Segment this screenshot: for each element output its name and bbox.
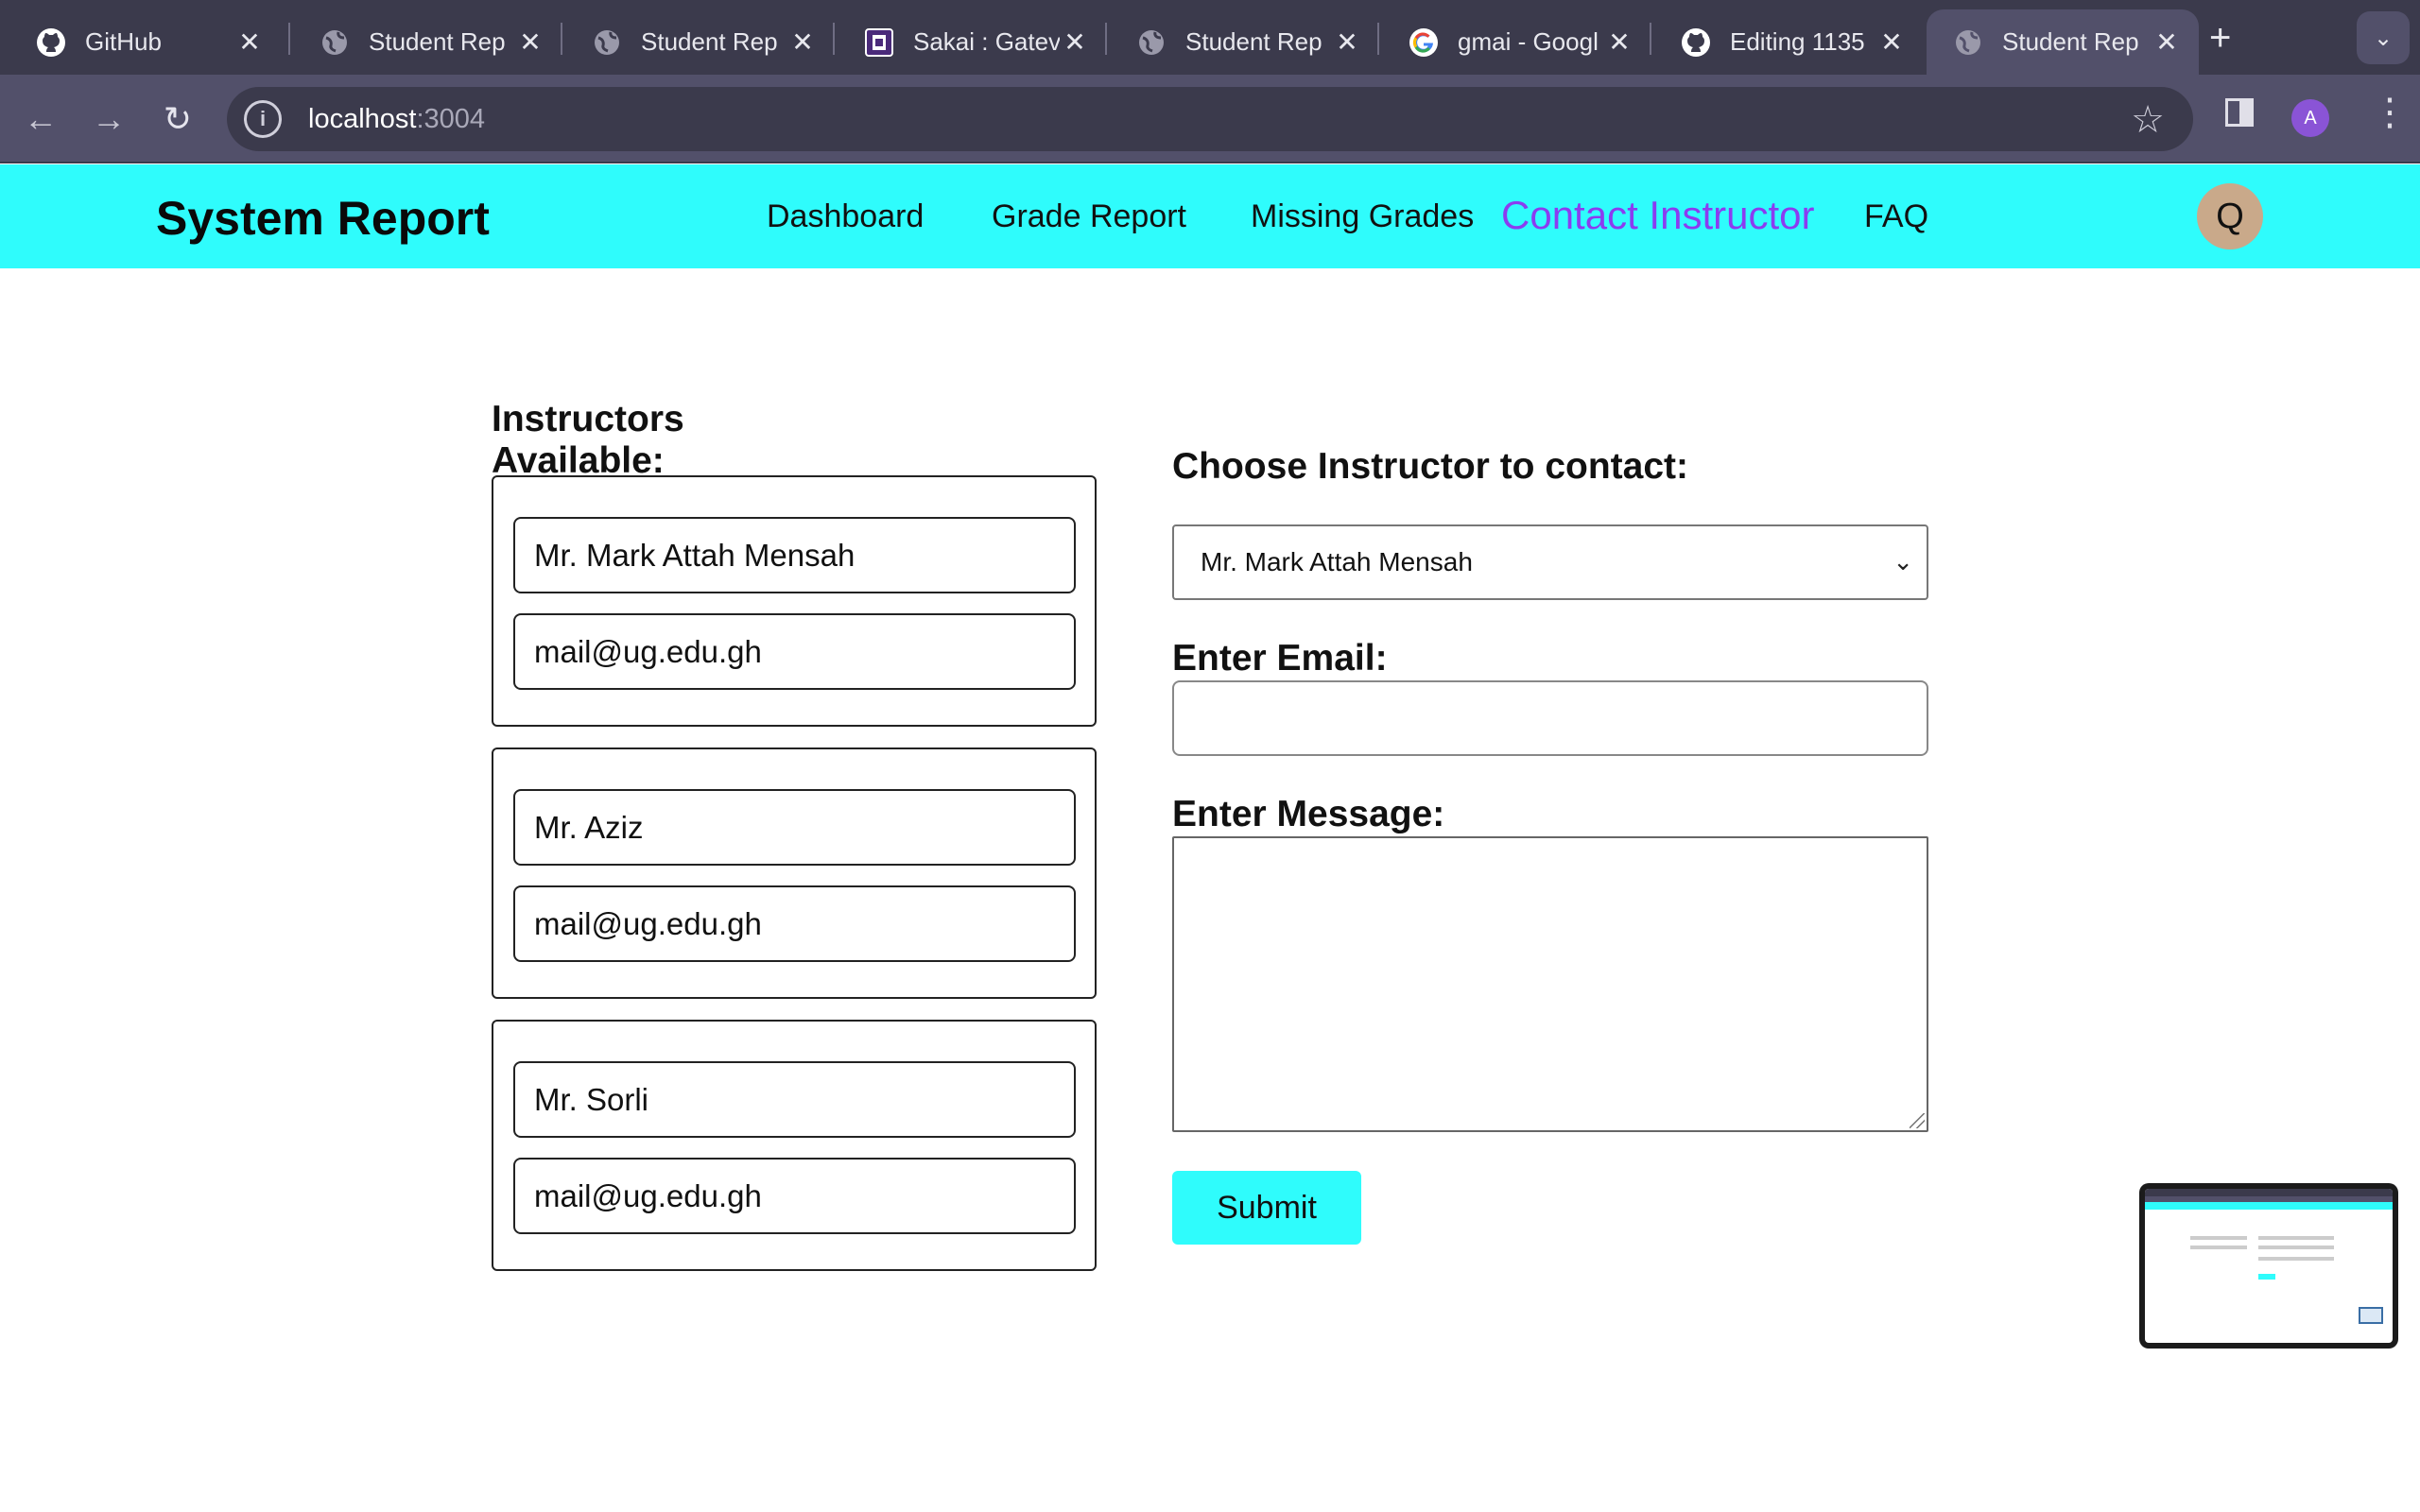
browser-tab[interactable]: Editing 1135 ✕ [1654, 9, 1924, 75]
chevron-down-icon: ⌄ [2373, 25, 2394, 51]
instructor-name-field[interactable]: Mr. Mark Attah Mensah [513, 517, 1076, 593]
message-label: Enter Message: [1172, 794, 1445, 834]
instructor-name-field[interactable]: Mr. Sorli [513, 1061, 1076, 1138]
window-icon [2359, 1307, 2383, 1324]
screenshot-preview-thumbnail[interactable] [2139, 1183, 2398, 1349]
preview-line [2258, 1236, 2334, 1240]
instructor-email-field[interactable]: mail@ug.edu.gh [513, 1158, 1076, 1234]
tab-title: GitHub [85, 27, 162, 56]
close-icon[interactable]: ✕ [2152, 26, 2182, 58]
instructor-card: Mr. Sorli mail@ug.edu.gh [492, 1020, 1097, 1271]
reload-icon: ↻ [163, 99, 193, 138]
tab-title: Student Rep [641, 27, 778, 56]
instructor-card: Mr. Aziz mail@ug.edu.gh [492, 747, 1097, 999]
back-button[interactable]: ← [17, 95, 64, 143]
tab-title: Student Rep [1185, 27, 1322, 56]
bookmark-star-icon[interactable]: ☆ [2131, 98, 2165, 142]
close-icon[interactable]: ✕ [515, 26, 545, 58]
tab-title: Sakai : Gatev [913, 27, 1060, 56]
tab-divider [1650, 23, 1651, 55]
preview-line [2258, 1246, 2334, 1249]
browser-tab[interactable]: Student Rep ✕ [293, 9, 562, 75]
globe-icon [592, 27, 622, 58]
new-tab-button[interactable]: + [2209, 17, 2231, 60]
arrow-right-icon: → [92, 99, 126, 138]
browser-tab-strip: GitHub ✕ Student Rep ✕ Student Rep ✕ Sak… [0, 0, 2420, 75]
nav-grade-report[interactable]: Grade Report [992, 198, 1186, 235]
preview-line [2190, 1236, 2247, 1240]
url-text: localhost:3004 [308, 104, 485, 135]
forward-button[interactable]: → [85, 95, 132, 143]
close-icon[interactable]: ✕ [1332, 26, 1362, 58]
instructor-email-field[interactable]: mail@ug.edu.gh [513, 613, 1076, 690]
reload-button[interactable]: ↻ [154, 95, 201, 143]
message-textarea[interactable] [1172, 836, 1928, 1132]
tab-divider [1377, 23, 1379, 55]
browser-tab[interactable]: Sakai : Gatev ✕ [838, 9, 1107, 75]
globe-icon [320, 27, 350, 58]
app-brand: System Report [156, 192, 490, 245]
url-host: localhost [308, 103, 417, 134]
browser-tab[interactable]: Student Rep ✕ [565, 9, 835, 75]
profile-avatar[interactable]: A [2291, 99, 2329, 137]
google-icon [1409, 27, 1439, 58]
nav-missing-grades[interactable]: Missing Grades [1251, 198, 1474, 235]
instructor-select-value: Mr. Mark Attah Mensah [1201, 547, 1473, 576]
browser-tab-active[interactable]: Student Rep ✕ [1927, 9, 2199, 75]
close-icon[interactable]: ✕ [234, 26, 265, 58]
close-icon[interactable]: ✕ [787, 26, 818, 58]
info-icon[interactable]: i [244, 100, 282, 138]
instructor-email-field[interactable]: mail@ug.edu.gh [513, 885, 1076, 962]
email-input[interactable] [1172, 680, 1928, 756]
nav-contact-instructor[interactable]: Contact Instructor [1501, 193, 1814, 238]
github-icon [1681, 27, 1711, 58]
nav-faq[interactable]: FAQ [1864, 198, 1928, 235]
browser-tab[interactable]: Student Rep ✕ [1110, 9, 1379, 75]
tab-divider [833, 23, 835, 55]
nav-dashboard[interactable]: Dashboard [767, 198, 924, 235]
address-bar[interactable]: i localhost:3004 ☆ [227, 87, 2193, 151]
preview-line [2258, 1257, 2334, 1261]
tab-divider [288, 23, 290, 55]
preview-screen [2145, 1189, 2393, 1343]
instructor-card: Mr. Mark Attah Mensah mail@ug.edu.gh [492, 475, 1097, 727]
url-port: :3004 [416, 103, 486, 134]
sakai-icon [864, 27, 894, 58]
tab-title: Student Rep [369, 27, 506, 56]
globe-icon [1953, 27, 1983, 58]
chevron-down-icon: ⌄ [1893, 547, 1913, 576]
tab-title: Editing 1135 [1730, 27, 1865, 56]
arrow-left-icon: ← [24, 99, 58, 138]
browser-tab[interactable]: GitHub ✕ [9, 9, 282, 75]
user-avatar[interactable]: Q [2197, 183, 2263, 249]
preview-tabbar [2145, 1189, 2393, 1196]
tab-search-button[interactable]: ⌄ [2357, 11, 2410, 64]
tab-divider [561, 23, 562, 55]
app-header: System Report Dashboard Grade Report Mis… [0, 164, 2420, 268]
close-icon[interactable]: ✕ [1876, 26, 1907, 58]
tab-title: gmai - Googl [1458, 27, 1599, 56]
email-label: Enter Email: [1172, 638, 1388, 679]
preview-appbar [2145, 1202, 2393, 1210]
instructor-select[interactable]: Mr. Mark Attah Mensah ⌄ [1172, 524, 1928, 600]
tab-divider [1105, 23, 1107, 55]
side-panel-icon[interactable] [2225, 98, 2254, 127]
more-menu-icon[interactable]: ⋮ [2371, 94, 2409, 131]
globe-icon [1136, 27, 1167, 58]
preview-line [2190, 1246, 2247, 1249]
close-icon[interactable]: ✕ [1604, 26, 1634, 58]
resize-handle-icon[interactable] [1910, 1113, 1925, 1128]
choose-instructor-label: Choose Instructor to contact: [1172, 446, 1689, 487]
preview-button [2258, 1274, 2275, 1280]
close-icon[interactable]: ✕ [1060, 26, 1090, 58]
browser-toolbar: ← → ↻ i localhost:3004 ☆ A ⋮ [0, 75, 2420, 163]
tab-title: Student Rep [2002, 27, 2139, 56]
submit-button[interactable]: Submit [1172, 1171, 1361, 1245]
instructor-name-field[interactable]: Mr. Aziz [513, 789, 1076, 866]
browser-tab[interactable]: gmai - Googl ✕ [1382, 9, 1651, 75]
github-icon [36, 27, 66, 58]
